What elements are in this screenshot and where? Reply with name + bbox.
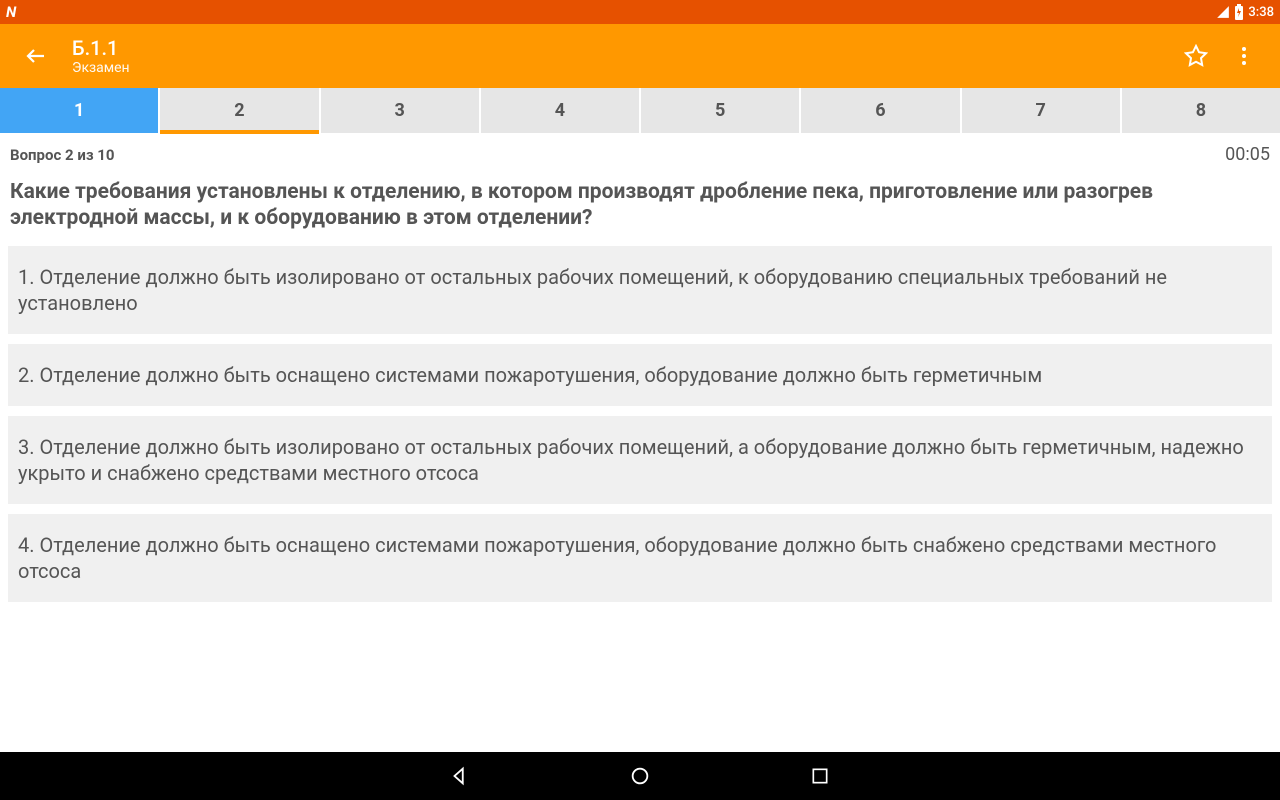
question-text: Какие требования установлены к отделению…	[0, 171, 1280, 246]
tab-label: 3	[394, 100, 404, 121]
signal-icon	[1216, 5, 1230, 19]
tab-label: 8	[1196, 100, 1206, 121]
favorite-button[interactable]	[1176, 36, 1216, 76]
tab-7[interactable]: 7	[962, 88, 1120, 133]
android-nav-bar	[0, 752, 1280, 800]
nav-recent-button[interactable]	[800, 756, 840, 796]
question-progress: Вопрос 2 из 10	[10, 146, 114, 164]
timer: 00:05	[1225, 144, 1270, 165]
android-n-logo: N	[6, 3, 16, 21]
tab-label: 7	[1035, 100, 1045, 121]
answer-option-3[interactable]: 3. Отделение должно быть изолировано от …	[8, 416, 1272, 504]
tab-8[interactable]: 8	[1122, 88, 1280, 133]
tab-label: 5	[715, 100, 725, 121]
tab-3[interactable]: 3	[321, 88, 479, 133]
answers-list: 1. Отделение должно быть изолировано от …	[0, 246, 1280, 602]
tab-label: 4	[555, 100, 565, 121]
answer-option-4[interactable]: 4. Отделение должно быть оснащено систем…	[8, 514, 1272, 602]
page-subtitle: Экзамен	[72, 60, 130, 76]
tab-2[interactable]: 2	[160, 88, 318, 133]
back-button[interactable]	[16, 36, 56, 76]
tab-label: 2	[234, 100, 244, 121]
page-title: Б.1.1	[72, 36, 130, 60]
tabs: 1 2 3 4 5 6 7 8	[0, 88, 1280, 134]
tab-label: 6	[875, 100, 885, 121]
status-bar: N 3:38	[0, 0, 1280, 24]
title-block: Б.1.1 Экзамен	[72, 36, 130, 76]
app-bar: Б.1.1 Экзамен	[0, 24, 1280, 88]
answer-option-1[interactable]: 1. Отделение должно быть изолировано от …	[8, 246, 1272, 334]
info-row: Вопрос 2 из 10 00:05	[0, 134, 1280, 171]
status-time: 3:38	[1248, 5, 1274, 20]
more-button[interactable]	[1224, 36, 1264, 76]
tab-4[interactable]: 4	[481, 88, 639, 133]
battery-charging-icon	[1234, 4, 1244, 20]
nav-back-button[interactable]	[440, 756, 480, 796]
answer-option-2[interactable]: 2. Отделение должно быть оснащено систем…	[8, 344, 1272, 406]
tab-1[interactable]: 1	[0, 88, 158, 133]
tab-5[interactable]: 5	[641, 88, 799, 133]
tab-6[interactable]: 6	[801, 88, 959, 133]
tab-label: 1	[74, 100, 84, 121]
nav-home-button[interactable]	[620, 756, 660, 796]
